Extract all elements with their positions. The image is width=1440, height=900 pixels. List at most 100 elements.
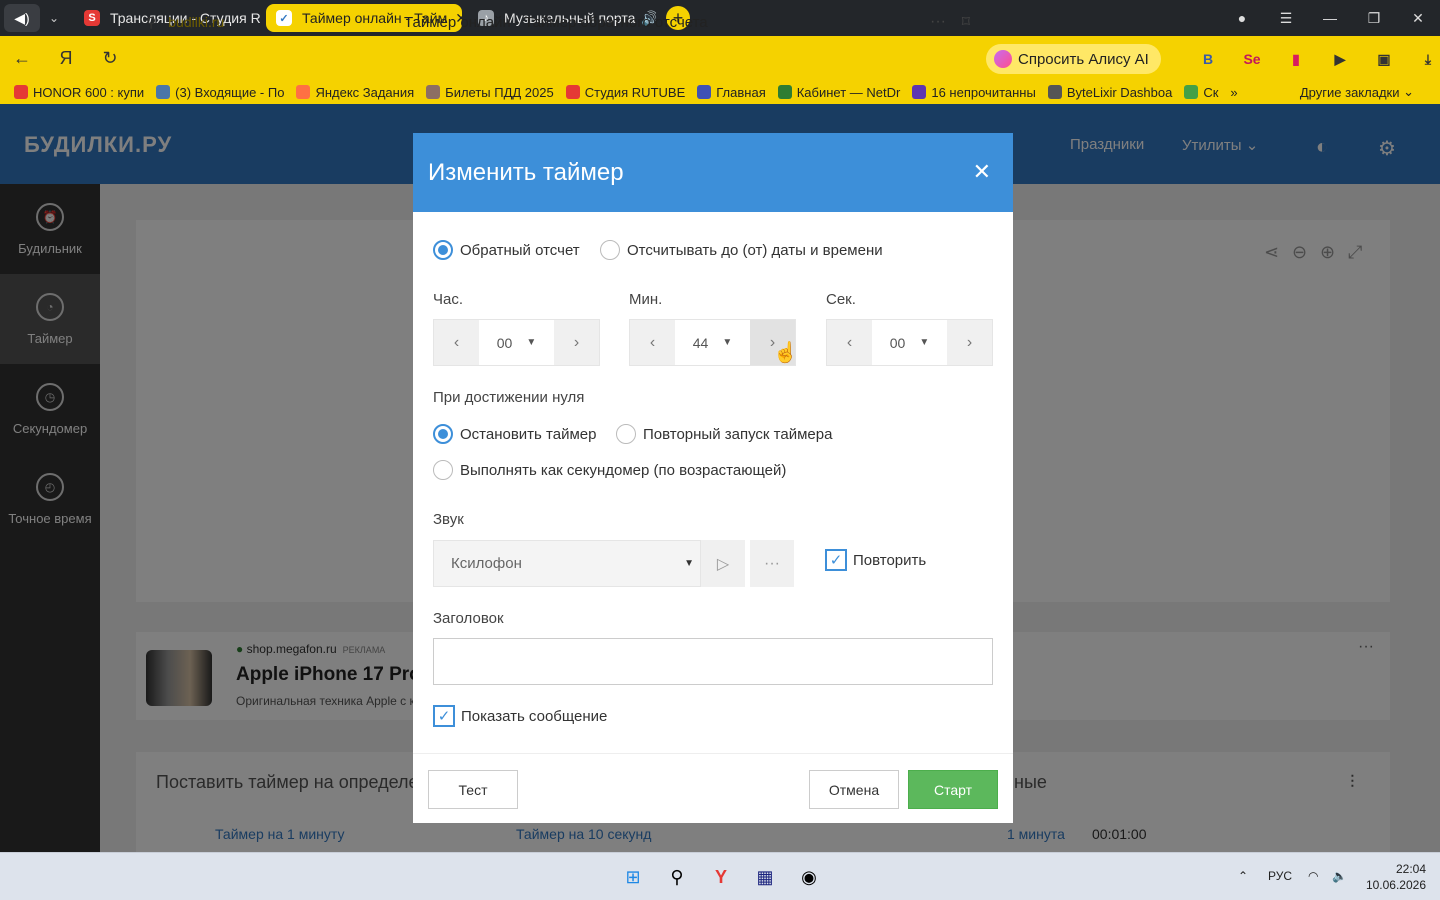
menu-icon[interactable]: ☰	[1264, 10, 1308, 27]
mode-countdown-radio[interactable]: Обратный отсчет	[433, 240, 580, 260]
chevron-down-icon: ▼	[684, 558, 694, 569]
chevron-down-icon: ▼	[919, 337, 930, 348]
alice-button[interactable]: Спросить Алису AI	[986, 44, 1161, 74]
extension-b-icon[interactable]: B	[1186, 51, 1230, 67]
radio-indicator	[433, 424, 453, 444]
site-info-icon[interactable]: ⚲	[146, 14, 156, 31]
extension-player-icon[interactable]: ▶	[1318, 51, 1362, 68]
system-clock[interactable]: 22:04 10.06.2026	[1366, 861, 1426, 893]
radio-indicator	[600, 240, 620, 260]
hours-decrement-button[interactable]: ‹	[434, 320, 479, 365]
restore-icon[interactable]: ❐	[1352, 10, 1396, 27]
url-field[interactable]: ⚲ budilki.ru Таймер онлайн - Таймер обра…	[134, 8, 980, 36]
minimize-icon[interactable]: —	[1308, 10, 1352, 26]
hours-stepper: ‹ 00 ▼ ›	[433, 319, 600, 366]
sound-select[interactable]: Ксилофон ▼	[433, 540, 701, 587]
play-sound-button[interactable]: ▷	[701, 540, 745, 587]
checkmark-icon: ✓	[825, 549, 847, 571]
rutube-icon: S	[84, 10, 100, 26]
bookmark-icon	[777, 85, 792, 99]
search-icon[interactable]: ⚲	[663, 863, 691, 891]
bookmark-icon	[912, 85, 927, 99]
game-app-icon[interactable]: ▦	[751, 863, 779, 891]
hours-increment-button[interactable]: ›	[554, 320, 599, 365]
tray-chevron-icon[interactable]: ⌃	[1238, 869, 1248, 883]
dialog-footer: Тест Отмена Старт	[413, 753, 1013, 823]
more-icon[interactable]: ···	[930, 13, 946, 31]
alice-label: Спросить Алису AI	[1018, 50, 1149, 68]
minutes-label: Мин.	[629, 291, 663, 308]
seconds-increment-button[interactable]: ›	[947, 320, 992, 365]
bookmark-item[interactable]: 16 непрочитанны	[912, 85, 1036, 100]
on-zero-stopwatch-radio[interactable]: Выполнять как секундомер (по возрастающе…	[433, 460, 786, 480]
start-button[interactable]: Старт	[908, 770, 998, 809]
minutes-stepper: ‹ 44 ▼ ›	[629, 319, 796, 366]
bookmark-icon	[1184, 85, 1199, 99]
close-icon[interactable]: ✕	[973, 159, 991, 185]
bookmark-item[interactable]: (3) Входящие - По	[156, 85, 284, 100]
windows-start-icon[interactable]: ⊞	[619, 863, 647, 891]
more-options-icon: ···	[764, 554, 780, 572]
bookmark-item[interactable]: Ск	[1184, 85, 1218, 100]
extension-se-icon[interactable]: Se	[1230, 51, 1274, 67]
yandex-browser-icon[interactable]: Y	[707, 863, 735, 891]
on-zero-restart-radio[interactable]: Повторный запуск таймера	[616, 424, 832, 444]
checkmark-icon: ✓	[433, 705, 455, 727]
bookmark-icon	[697, 85, 712, 99]
download-icon[interactable]: ⤓	[1406, 51, 1440, 68]
repeat-checkbox[interactable]: ✓ Повторить	[825, 549, 926, 571]
bookmark-item[interactable]: Кабинет — NetDr	[777, 85, 900, 100]
play-icon: ▷	[716, 555, 730, 573]
heading-input[interactable]	[433, 638, 993, 685]
bookmark-icon	[1047, 85, 1062, 99]
clock-date: 10.06.2026	[1365, 878, 1426, 892]
minutes-decrement-button[interactable]: ‹	[630, 320, 675, 365]
mode-to-date-radio[interactable]: Отсчитывать до (от) даты и времени	[600, 240, 883, 260]
bookmark-item[interactable]: Яндекс Задания	[296, 85, 414, 100]
alice-icon	[994, 50, 1012, 68]
sidebar-toggle-button[interactable]: ◀)	[4, 4, 40, 32]
seconds-decrement-button[interactable]: ‹	[827, 320, 872, 365]
close-window-icon[interactable]: ✕	[1396, 10, 1440, 27]
obs-icon[interactable]: ◉	[795, 863, 823, 891]
bookmarks-overflow-icon[interactable]: »	[1230, 85, 1237, 100]
heading-label: Заголовок	[433, 610, 504, 627]
bookmark-item[interactable]: Билеты ПДД 2025	[426, 85, 554, 100]
extension-files-icon[interactable]: ▣	[1362, 51, 1406, 68]
bookmark-item[interactable]: Главная	[697, 85, 766, 100]
extension-audio-icon[interactable]: ▮	[1274, 51, 1318, 68]
bookmark-item[interactable]: Студия RUTUBE	[565, 85, 685, 100]
other-bookmarks[interactable]: Другие закладки ⌄	[1300, 84, 1414, 100]
clock-time: 22:04	[1395, 862, 1426, 876]
hours-select[interactable]: 00 ▼	[479, 320, 554, 365]
back-icon[interactable]: ←	[0, 48, 44, 69]
test-button[interactable]: Тест	[428, 770, 518, 809]
on-zero-label: При достижении нуля	[433, 389, 585, 406]
reload-icon[interactable]: ↻	[88, 48, 132, 69]
yandex-icon[interactable]: Я	[44, 48, 88, 69]
radio-indicator	[433, 460, 453, 480]
bookmark-icon	[426, 85, 441, 99]
bookmark-icon	[14, 85, 28, 99]
volume-icon[interactable]: 🔈	[1332, 869, 1347, 883]
bookmark-item[interactable]: HONOR 600 : купи	[14, 85, 144, 100]
on-zero-stop-radio[interactable]: Остановить таймер	[433, 424, 596, 444]
minutes-select[interactable]: 44 ▼	[675, 320, 750, 365]
speaker-icon: ◀)	[14, 9, 30, 26]
tab-list-chevron-icon[interactable]: ⌄	[40, 11, 68, 25]
dialog-header: Изменить таймер ✕	[413, 133, 1013, 212]
radio-indicator	[433, 240, 453, 260]
url-host: budilki.ru	[168, 14, 225, 30]
seconds-select[interactable]: 00 ▼	[872, 320, 947, 365]
cancel-button[interactable]: Отмена	[809, 770, 899, 809]
edit-timer-dialog: Изменить таймер ✕ Обратный отсчет Отсчит…	[413, 133, 1013, 823]
bookmark-icon[interactable]: ⌑	[962, 12, 970, 32]
dialog-title: Изменить таймер	[428, 159, 624, 186]
wifi-icon[interactable]: ◠	[1308, 869, 1318, 883]
show-message-checkbox[interactable]: ✓ Показать сообщение	[433, 705, 607, 727]
language-indicator[interactable]: РУС	[1268, 869, 1292, 883]
profile-avatar[interactable]: ●	[1220, 10, 1264, 26]
bookmark-item[interactable]: ByteLixir Dashboa	[1047, 85, 1172, 100]
chevron-down-icon: ▼	[526, 337, 537, 348]
sound-options-button[interactable]: ···	[750, 540, 794, 587]
